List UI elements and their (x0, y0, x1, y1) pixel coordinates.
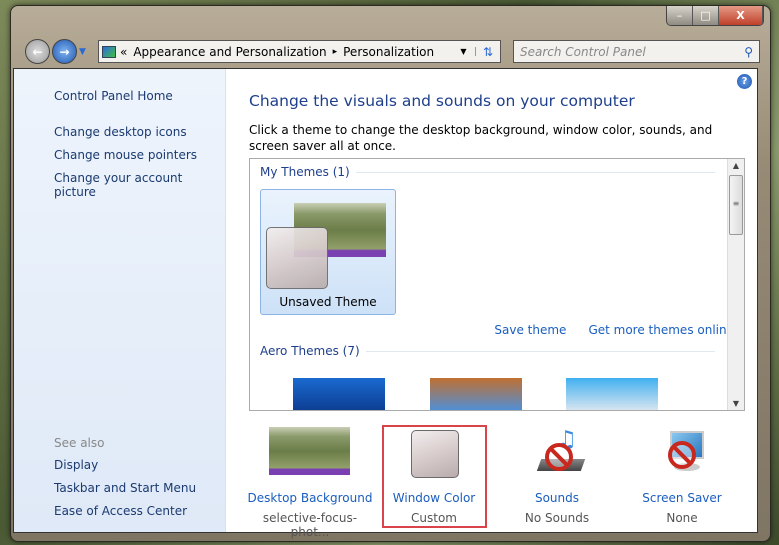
save-theme-link[interactable]: Save theme (494, 323, 566, 337)
theme-list-scrollbar[interactable]: ▲ ≡ ▼ (727, 159, 744, 410)
desktop-background-link[interactable]: Desktop Background (245, 491, 375, 505)
sidebar: Control Panel Home Change desktop icons … (14, 69, 226, 532)
breadcrumb-personalization[interactable]: Personalization (343, 45, 434, 59)
navigation: ← → ▼ (25, 39, 86, 64)
breadcrumb-overflow[interactable]: « (120, 45, 127, 59)
search-placeholder: Search Control Panel (520, 44, 646, 59)
aero-theme-windows7[interactable] (293, 378, 385, 410)
sounds-value: No Sounds (524, 511, 590, 525)
window: – □ X ← → ▼ « Appearance and Personaliza… (10, 5, 771, 542)
window-controls: – □ X (666, 6, 764, 26)
theme-color-swatch (266, 227, 328, 289)
aero-theme-architecture[interactable] (430, 378, 522, 410)
page-title: Change the visuals and sounds on your co… (249, 92, 635, 110)
back-button[interactable]: ← (25, 39, 50, 64)
unsaved-theme-label: Unsaved Theme (279, 295, 377, 309)
sidebar-taskbar-start-menu[interactable]: Taskbar and Start Menu (54, 481, 196, 495)
desktop-background-value: selective-focus-phot... (262, 511, 358, 539)
window-color-value: Custom (411, 511, 457, 525)
screen-saver-icon (662, 429, 710, 477)
main-panel: ? Change the visuals and sounds on your … (227, 69, 757, 539)
window-color-link[interactable]: Window Color (369, 491, 499, 505)
close-button[interactable]: X (719, 6, 763, 25)
sidebar-change-desktop-icons[interactable]: Change desktop icons (54, 125, 187, 139)
see-also-heading: See also (54, 436, 105, 450)
breadcrumb-appearance[interactable]: Appearance and Personalization (133, 45, 326, 59)
sounds-icon: ♫ (536, 427, 586, 477)
refresh-icon[interactable]: ⇅ (476, 45, 500, 59)
search-input[interactable]: Search Control Panel ⚲ (513, 40, 760, 63)
scroll-up-icon[interactable]: ▲ (728, 161, 744, 170)
scroll-down-icon[interactable]: ▼ (728, 399, 744, 408)
sidebar-display[interactable]: Display (54, 458, 98, 472)
screen-saver-value: None (666, 511, 698, 525)
help-icon[interactable]: ? (737, 74, 752, 89)
get-more-themes-link[interactable]: Get more themes online (588, 323, 734, 337)
breadcrumb-separator[interactable]: ▸ (333, 47, 338, 57)
sidebar-ease-of-access[interactable]: Ease of Access Center (54, 504, 187, 518)
scroll-thumb[interactable]: ≡ (729, 175, 743, 235)
content-area: Control Panel Home Change desktop icons … (13, 68, 758, 539)
my-themes-heading: My Themes (1) (260, 165, 715, 179)
desktop-background-thumbnail (269, 427, 350, 475)
control-panel-icon (102, 45, 116, 58)
minimize-button[interactable]: – (667, 6, 693, 25)
recent-pages-dropdown[interactable]: ▼ (79, 47, 86, 57)
screen-saver-link[interactable]: Screen Saver (617, 491, 747, 505)
address-bar[interactable]: « Appearance and Personalization ▸ Perso… (98, 40, 501, 63)
page-description: Click a theme to change the desktop back… (249, 123, 713, 153)
search-icon[interactable]: ⚲ (744, 45, 753, 59)
maximize-button[interactable]: □ (693, 6, 719, 25)
theme-links: Save theme Get more themes online (494, 323, 734, 337)
sidebar-change-mouse-pointers[interactable]: Change mouse pointers (54, 148, 197, 162)
sidebar-change-account-picture[interactable]: Change your account picture (54, 171, 225, 199)
window-color-swatch (411, 430, 459, 478)
aero-theme-characters[interactable] (566, 378, 658, 410)
sidebar-control-panel-home[interactable]: Control Panel Home (54, 89, 173, 103)
unsaved-theme-tile[interactable]: Unsaved Theme (260, 189, 396, 315)
theme-list: My Themes (1) Unsaved Theme Save theme G… (249, 158, 745, 411)
address-dropdown-icon[interactable]: ▼ (452, 47, 476, 56)
theme-settings-bar: Desktop Background selective-focus-phot.… (227, 419, 757, 539)
sounds-link[interactable]: Sounds (492, 491, 622, 505)
aero-themes-heading: Aero Themes (7) (260, 344, 715, 358)
forward-button[interactable]: → (52, 39, 77, 64)
